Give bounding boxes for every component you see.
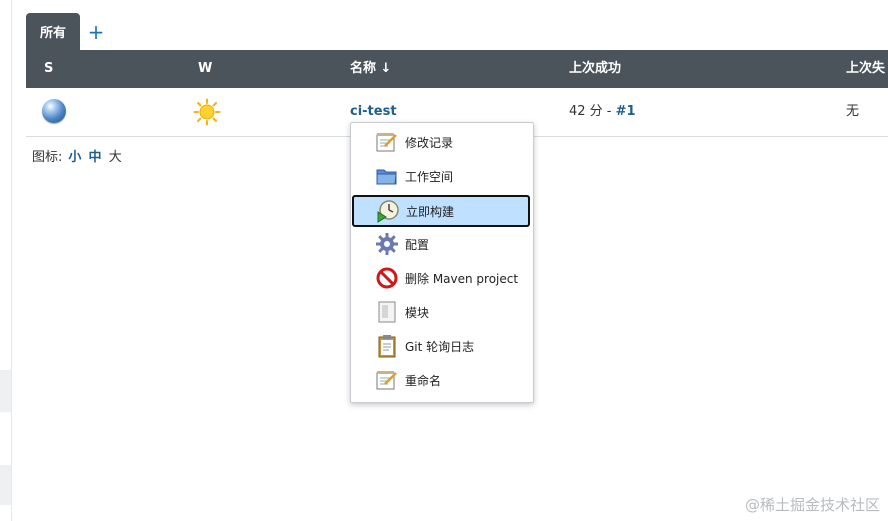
menu-item-git-polling-log[interactable]: Git 轮询日志 <box>353 331 529 361</box>
menu-item-configure[interactable]: 配置 <box>353 229 529 259</box>
menu-item-rename[interactable]: 重命名 <box>353 365 529 395</box>
no-entry-icon <box>375 266 399 290</box>
gear-icon <box>375 232 399 256</box>
icon-size-small[interactable]: 小 <box>68 150 81 165</box>
left-gutter <box>0 0 12 521</box>
watermark: @稀土掘金技术社区 <box>744 496 880 514</box>
clock-play-icon <box>376 199 400 223</box>
add-view-button[interactable]: + <box>80 13 112 50</box>
icon-size-large[interactable]: 大 <box>109 150 122 165</box>
menu-item-modules[interactable]: 模块 <box>353 297 529 327</box>
document-icon <box>375 300 399 324</box>
gutter-divider <box>11 0 12 521</box>
header-last-failure[interactable]: 上次失 <box>846 50 885 88</box>
menu-item-changes[interactable]: 修改记录 <box>353 127 529 157</box>
header-weather[interactable]: W <box>198 50 212 88</box>
menu-item-label: 工作空间 <box>405 169 454 184</box>
header-status[interactable]: S <box>44 50 53 88</box>
menu-item-label: 模块 <box>405 305 430 320</box>
table-header: S W 名称 ↓ 上次成功 上次失 <box>26 50 888 88</box>
menu-item-label: 删除 Maven project <box>405 271 519 286</box>
menu-item-delete-project[interactable]: 删除 Maven project <box>353 263 529 293</box>
icon-size-selector: 图标: 小 中 大 <box>32 146 122 165</box>
job-context-menu: 修改记录 工作空间 立即构建 配置 删除 Maven project 模块 Gi… <box>350 122 534 403</box>
menu-item-label: 配置 <box>405 237 430 252</box>
menu-item-build-now[interactable]: 立即构建 <box>352 195 530 227</box>
folder-icon <box>375 164 399 188</box>
last-success-cell: 42 分 - #1 <box>569 88 636 136</box>
sunny-weather-icon <box>193 98 221 126</box>
header-name[interactable]: 名称 ↓ <box>350 50 391 88</box>
last-success-time: 42 分 - <box>569 104 616 119</box>
view-tabs: 所有 + <box>26 13 112 50</box>
header-last-success[interactable]: 上次成功 <box>569 50 621 88</box>
tab-all[interactable]: 所有 <box>26 13 81 50</box>
menu-item-workspace[interactable]: 工作空间 <box>353 161 529 191</box>
menu-item-label: 重命名 <box>405 373 442 388</box>
menu-item-label: Git 轮询日志 <box>405 339 475 354</box>
icon-size-medium[interactable]: 中 <box>89 150 102 165</box>
notepad-icon <box>375 130 399 154</box>
last-failure-cell: 无 <box>846 104 860 119</box>
menu-item-label: 修改记录 <box>405 135 454 150</box>
clipboard-icon <box>375 334 399 358</box>
status-blue-ball-icon <box>42 99 66 123</box>
menu-item-label: 立即构建 <box>406 204 455 219</box>
job-link-ci-test[interactable]: ci-test <box>350 104 397 119</box>
build-link[interactable]: #1 <box>616 104 636 119</box>
notepad-icon <box>375 368 399 392</box>
icon-size-label: 图标: <box>32 150 63 165</box>
